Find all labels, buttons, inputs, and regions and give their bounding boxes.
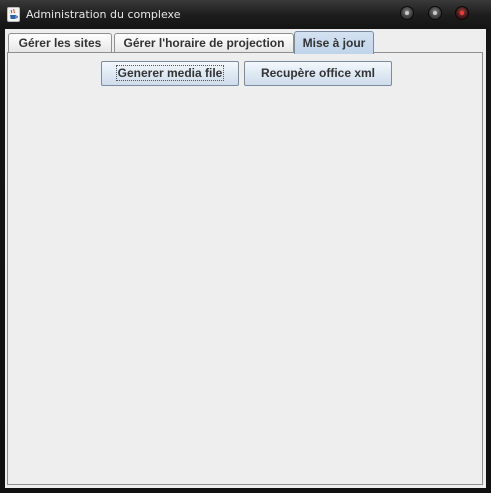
maximize-button[interactable] (428, 6, 442, 20)
button-label: Recupère office xml (260, 66, 376, 80)
title-bar[interactable]: Administration du complexe (0, 0, 491, 29)
tab-mise-a-jour[interactable]: Mise à jour (294, 31, 374, 54)
application-window: Administration du complexe Gérer les sit… (0, 0, 491, 493)
tab-gerer-les-sites[interactable]: Gérer les sites (8, 33, 112, 53)
tab-gerer-horaire-projection[interactable]: Gérer l'horaire de projection (114, 33, 294, 53)
window-title: Administration du complexe (26, 8, 181, 21)
generer-media-file-button[interactable]: Generer media file (101, 61, 239, 86)
button-label: Generer media file (115, 65, 225, 81)
tab-panel-mise-a-jour: Generer media file Recupère office xml (7, 52, 483, 485)
java-coffee-cup-icon (7, 7, 20, 22)
close-button[interactable] (455, 6, 469, 20)
recupere-office-xml-button[interactable]: Recupère office xml (244, 61, 392, 86)
minimize-button[interactable] (400, 6, 414, 20)
maximize-icon (433, 11, 437, 15)
window-content: Gérer les sites Gérer l'horaire de proje… (5, 29, 486, 488)
minimize-icon (405, 11, 409, 15)
close-icon (460, 11, 464, 15)
